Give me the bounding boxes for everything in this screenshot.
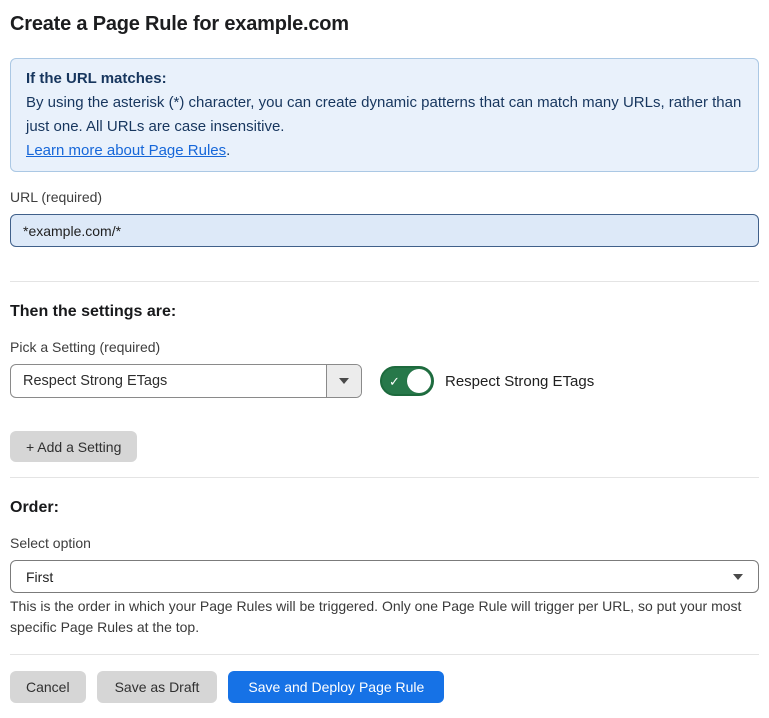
section-divider (10, 281, 759, 282)
url-input[interactable] (10, 214, 759, 247)
info-box-heading: If the URL matches: (26, 67, 743, 91)
create-page-rule-form: Create a Page Rule for example.com If th… (0, 0, 769, 713)
setting-select[interactable]: Respect Strong ETags (10, 364, 362, 398)
toggle-knob (407, 369, 431, 393)
chevron-down-icon (339, 378, 349, 384)
order-select-value: First (26, 569, 53, 585)
setting-select-arrow-button[interactable] (326, 365, 361, 397)
page-title: Create a Page Rule for example.com (10, 11, 759, 37)
url-match-info-box: If the URL matches: By using the asteris… (10, 58, 759, 172)
check-icon: ✓ (389, 375, 400, 388)
info-box-link-line: Learn more about Page Rules. (26, 139, 743, 163)
chevron-down-icon (733, 574, 743, 580)
order-heading: Order: (10, 498, 759, 518)
setting-row: Respect Strong ETags ✓ Respect Strong ET… (10, 364, 759, 398)
setting-toggle[interactable]: ✓ (380, 366, 434, 396)
url-label: URL (required) (10, 189, 759, 206)
pick-setting-label: Pick a Setting (required) (10, 339, 759, 356)
cancel-button[interactable]: Cancel (10, 671, 86, 703)
setting-select-value: Respect Strong ETags (11, 365, 326, 397)
save-draft-button[interactable]: Save as Draft (97, 671, 218, 703)
footer-actions: Cancel Save as Draft Save and Deploy Pag… (10, 671, 759, 703)
order-help-text: This is the order in which your Page Rul… (10, 596, 759, 638)
link-suffix: . (226, 142, 230, 159)
toggle-label: Respect Strong ETags (445, 373, 594, 390)
add-setting-button[interactable]: + Add a Setting (10, 431, 137, 462)
order-select[interactable]: First (10, 560, 759, 593)
select-option-label: Select option (10, 535, 759, 552)
info-box-body: By using the asterisk (*) character, you… (26, 91, 743, 139)
settings-heading: Then the settings are: (10, 302, 759, 322)
footer-divider (10, 654, 759, 655)
section-divider (10, 477, 759, 478)
learn-more-link[interactable]: Learn more about Page Rules (26, 142, 226, 159)
save-deploy-button[interactable]: Save and Deploy Page Rule (228, 671, 444, 703)
